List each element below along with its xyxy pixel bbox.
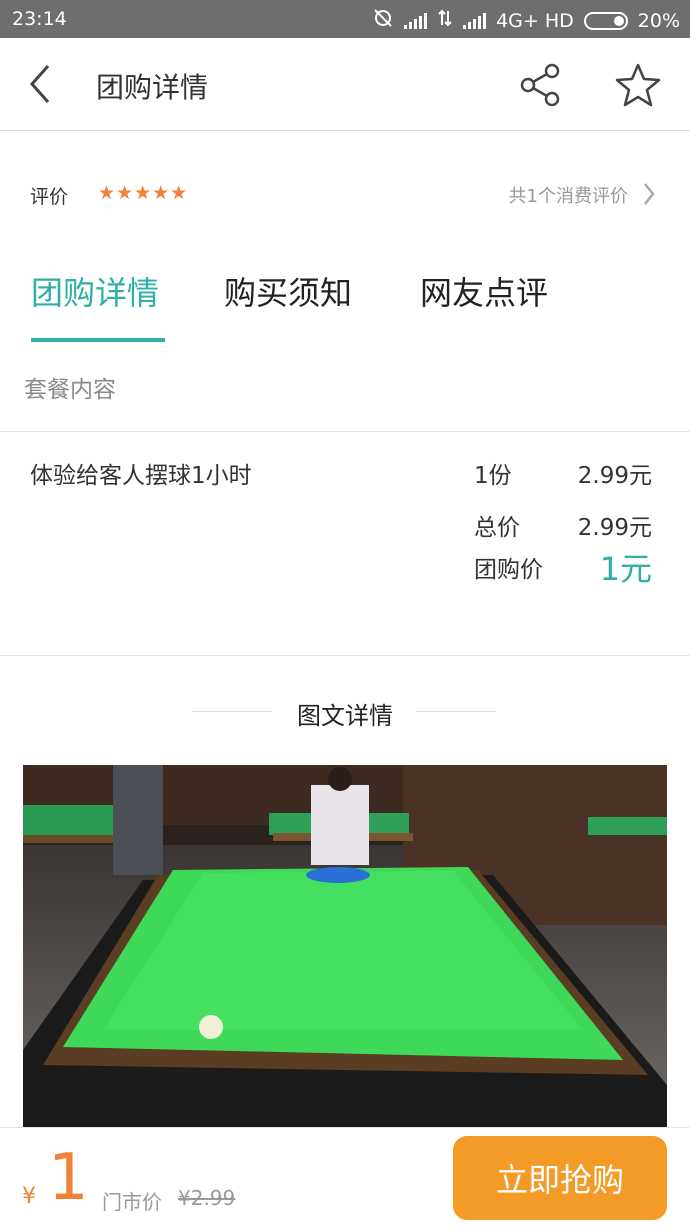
package-contents: 体验给客人摆球1小时 1份 2.99元 总价 2.99元 团购价 1元 [0, 432, 690, 654]
detail-heading-text: 图文详情 [297, 702, 393, 730]
original-price-label: 门市价 [102, 1190, 162, 1214]
status-bar: 23:14 4G+ HD 20% [0, 0, 690, 38]
total-label: 总价 [474, 515, 520, 541]
share-icon[interactable] [518, 62, 564, 108]
chevron-right-icon [642, 180, 656, 208]
tab-group-details[interactable]: 团购详情 [31, 268, 159, 314]
original-price: ¥2.99 [178, 1186, 236, 1210]
tab-reviews[interactable]: 网友点评 [420, 268, 548, 314]
bottom-bar: ¥ 1 门市价 ¥2.99 立即抢购 [0, 1127, 690, 1228]
signal-icon [404, 12, 428, 29]
detail-heading: 图文详情 [0, 690, 690, 734]
battery-icon [583, 11, 628, 30]
back-arrow-icon[interactable] [22, 60, 62, 108]
rating-row[interactable]: 评价 ★★★★★ 共1个消费评价 [0, 160, 690, 230]
total-value: 2.99元 [577, 515, 652, 541]
signal-icon-2 [463, 12, 487, 29]
package-item-price: 2.99元 [577, 463, 652, 489]
rating-label: 评价 [30, 186, 69, 208]
tab-bar: 团购详情 购买须知 网友点评 [0, 262, 690, 350]
network-type: 4G+ HD [496, 9, 574, 32]
group-price-label: 团购价 [474, 557, 543, 583]
buy-now-button[interactable]: 立即抢购 [453, 1136, 667, 1220]
tab-purchase-notes[interactable]: 购买须知 [224, 268, 352, 314]
rating-stars: ★★★★★ [98, 182, 189, 204]
data-arrows-icon [437, 9, 453, 32]
mute-icon [372, 8, 394, 33]
currency-symbol: ¥ [22, 1184, 36, 1209]
section-label: 套餐内容 [24, 377, 116, 403]
status-time: 23:14 [12, 8, 67, 30]
star-outline-icon[interactable] [614, 62, 662, 108]
review-count: 共1个消费评价 [508, 186, 628, 207]
billiards-photo [23, 765, 667, 1127]
heading-line-right [416, 711, 496, 712]
deal-price: 1 [48, 1141, 89, 1215]
battery-percent: 20% [637, 9, 680, 32]
package-item-name: 体验给客人摆球1小时 [30, 463, 252, 489]
package-item-qty: 1份 [474, 463, 512, 489]
page-title: 团购详情 [96, 71, 209, 104]
tab-active-indicator [31, 338, 165, 342]
status-icons: 4G+ HD 20% [372, 8, 680, 33]
group-price-value: 1元 [599, 550, 652, 588]
divider [0, 655, 690, 656]
app-bar: 团购详情 [0, 38, 690, 131]
